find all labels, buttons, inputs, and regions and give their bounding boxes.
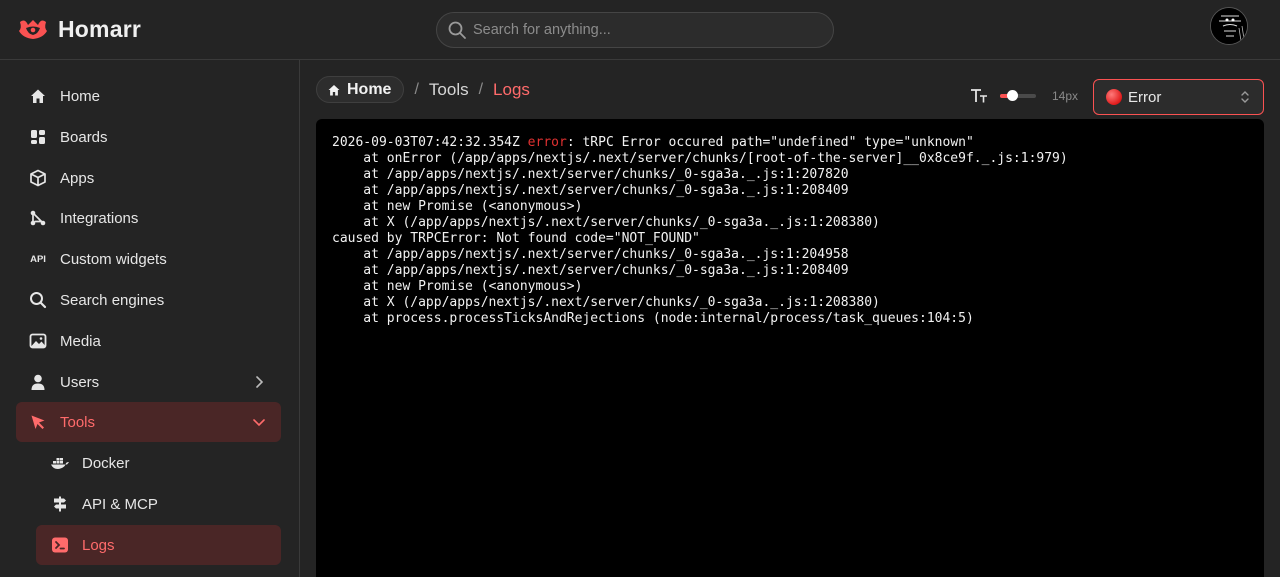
sidebar-item-search-engines[interactable]: Search engines xyxy=(16,280,281,320)
font-size-slider[interactable] xyxy=(1000,90,1036,101)
font-size-control: 14px xyxy=(970,88,1078,104)
log-line: 2026-09-03T07:42:32.354Z error: tRPC Err… xyxy=(332,135,1248,151)
sidebar-item-label: Tools xyxy=(60,413,96,431)
breadcrumb-home[interactable]: Home xyxy=(316,76,405,103)
home-icon xyxy=(328,84,340,95)
log-line: caused by TRPCError: Not found code="NOT… xyxy=(332,231,700,246)
log-message: : tRPC Error occured path="undefined" ty… xyxy=(566,135,974,150)
sidebar-item-label: Users xyxy=(60,373,100,391)
docker-icon xyxy=(50,453,70,473)
user-icon xyxy=(28,372,48,392)
error-level-icon xyxy=(1106,89,1122,105)
search-input[interactable] xyxy=(473,22,813,38)
sidebar-item-apps[interactable]: Apps xyxy=(16,158,281,198)
pointer-icon xyxy=(28,412,48,432)
sidebar-item-custom-widgets[interactable]: API Custom widgets xyxy=(16,239,281,279)
breadcrumb-separator: / xyxy=(478,80,484,98)
log-line: at process.processTicksAndRejections (no… xyxy=(332,311,974,326)
avatar-image xyxy=(1211,8,1247,44)
log-line: at X (/app/apps/nextjs/.next/server/chun… xyxy=(332,295,880,310)
log-level: error xyxy=(527,135,567,150)
signpost-icon xyxy=(50,494,70,514)
app-name: Homarr xyxy=(58,15,142,42)
sidebar-item-label: Home xyxy=(60,87,101,105)
sidebar-item-users[interactable]: Users xyxy=(16,362,281,402)
sidebar-item-label: Search engines xyxy=(60,291,165,309)
sidebar: Home Boards Apps Integrations API Custom… xyxy=(0,60,300,577)
sidebar-item-label: Custom widgets xyxy=(60,250,167,268)
top-header: Homarr xyxy=(0,0,1280,60)
chevron-down-icon xyxy=(253,419,265,427)
slider-thumb[interactable] xyxy=(1007,90,1019,101)
breadcrumb-current: Logs xyxy=(493,79,530,99)
api-icon: API xyxy=(30,253,46,265)
log-line: at onError (/app/apps/nextjs/.next/serve… xyxy=(332,151,1068,166)
sidebar-item-label: Docker xyxy=(82,454,130,472)
log-line: at X (/app/apps/nextjs/.next/server/chun… xyxy=(332,215,880,230)
log-line: at /app/apps/nextjs/.next/server/chunks/… xyxy=(332,247,849,262)
breadcrumb: Home / Tools / Logs xyxy=(316,76,530,103)
log-timestamp: 2026-09-03T07:42:32.354Z xyxy=(332,135,528,150)
sidebar-item-label: Integrations xyxy=(60,209,139,227)
breadcrumb-home-label: Home xyxy=(347,80,392,98)
global-search[interactable] xyxy=(436,12,834,48)
sidebar-item-home[interactable]: Home xyxy=(16,76,281,116)
sidebar-item-label: API & MCP xyxy=(82,495,158,513)
sidebar-item-label: Logs xyxy=(82,536,115,554)
sidebar-item-label: Media xyxy=(60,332,101,350)
app-logo[interactable]: Homarr xyxy=(16,14,141,44)
home-icon xyxy=(28,86,48,106)
log-line: at /app/apps/nextjs/.next/server/chunks/… xyxy=(332,183,849,198)
font-size-value: 14px xyxy=(1052,89,1079,103)
user-avatar[interactable] xyxy=(1210,7,1248,45)
log-line: at new Promise (<anonymous>) xyxy=(332,279,583,294)
log-level-value: Error xyxy=(1128,88,1162,106)
log-line: at new Promise (<anonymous>) xyxy=(332,199,583,214)
search-icon xyxy=(28,290,48,310)
sidebar-item-label: Boards xyxy=(60,128,108,146)
sidebar-item-boards[interactable]: Boards xyxy=(16,117,281,157)
plug-icon xyxy=(28,208,48,228)
breadcrumb-tools[interactable]: Tools xyxy=(429,80,469,100)
chevron-updown-icon xyxy=(1241,91,1249,103)
sidebar-item-tools[interactable]: Tools xyxy=(16,402,281,442)
terminal-icon xyxy=(50,535,70,555)
sidebar-item-label: Apps xyxy=(60,169,95,187)
chevron-right-icon xyxy=(256,376,264,388)
layout-icon xyxy=(28,127,48,147)
sidebar-item-api-mcp[interactable]: API & MCP xyxy=(36,484,281,524)
sidebar-item-media[interactable]: Media xyxy=(16,321,281,361)
search-icon xyxy=(448,21,466,39)
log-console[interactable]: 2026-09-03T07:42:32.354Z error: tRPC Err… xyxy=(316,119,1264,577)
photo-icon xyxy=(28,331,48,351)
sidebar-item-logs[interactable]: Logs xyxy=(36,525,281,565)
text-size-icon xyxy=(971,89,987,103)
sidebar-item-docker[interactable]: Docker xyxy=(36,443,281,483)
log-level-select[interactable]: Error xyxy=(1093,79,1264,115)
homarr-logo-icon xyxy=(19,20,47,39)
box-icon xyxy=(28,168,48,188)
breadcrumb-separator: / xyxy=(414,80,419,98)
log-line: at /app/apps/nextjs/.next/server/chunks/… xyxy=(332,263,849,278)
log-line: at /app/apps/nextjs/.next/server/chunks/… xyxy=(332,167,849,182)
sidebar-item-integrations[interactable]: Integrations xyxy=(16,198,281,238)
